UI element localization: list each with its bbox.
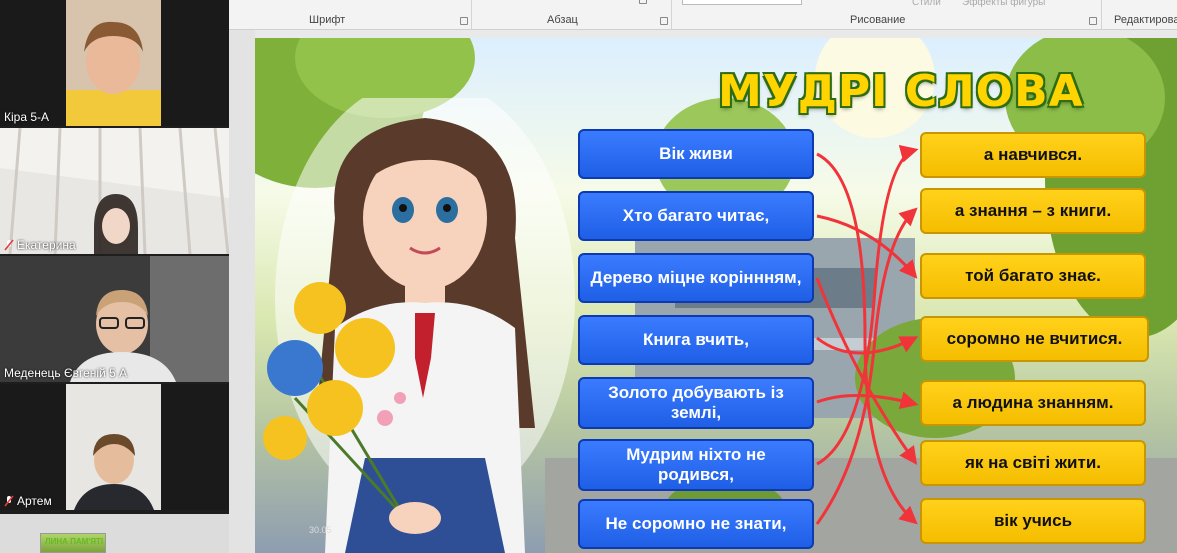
camera-feed [0,128,229,254]
participant-name: Меденець Євгеній 5 А [4,366,128,380]
camera-feed [0,256,229,382]
slide-thumbnails-strip [0,514,229,553]
dialog-launcher-icon[interactable] [460,17,468,25]
ribbon-group-label: Абзац [547,14,578,26]
slide-workspace-margin [229,30,255,553]
ribbon-group-label: Шрифт [309,14,346,26]
ribbon-group-font: Шрифт [229,0,472,30]
video-tile[interactable]: Кіра 5-А [0,0,229,126]
slide-thumbnail-text: ЛИНА ПАМ'ЯТІ [45,537,104,546]
participant-name: Екатерина [4,238,76,252]
arrow [816,214,918,279]
ribbon-group-editing: Редактирова [1102,0,1177,30]
slide-watermark: 30.05 [309,525,332,535]
mic-off-icon [4,495,14,507]
dialog-launcher-icon[interactable] [1089,17,1097,25]
video-panel: Кіра 5-А Екатерина Меденець Євгеній 5 А … [0,0,229,514]
mic-off-icon [4,239,14,251]
video-tile[interactable]: Артем [0,384,229,510]
dialog-launcher-icon[interactable] [660,17,668,25]
participant-name: Артем [4,494,52,508]
ribbon-group-label: Рисование [850,14,906,26]
camera-feed [66,0,161,126]
paragraph-option-icon[interactable] [639,0,647,4]
ribbon: Шрифт Абзац Стили Эффекты фигуры Рисован… [229,0,1177,30]
shape-effects-button[interactable]: Эффекты фигуры [962,0,1045,8]
video-tile[interactable]: Меденець Євгеній 5 А [0,256,229,382]
slide-thumbnail[interactable]: ЛИНА ПАМ'ЯТІ [40,533,106,553]
ribbon-group-label: Редактирова [1114,14,1177,26]
presentation-slide: МУДРІ СЛОВА Вік живи Хто багато читає, Д… [255,38,1177,553]
ribbon-group-paragraph: Абзац [472,0,672,30]
arrow [816,152,918,525]
participant-name: Кіра 5-А [4,110,50,124]
shapes-gallery[interactable] [682,0,802,5]
screen: Шрифт Абзац Стили Эффекты фигуры Рисован… [0,0,1177,553]
video-tile[interactable]: Екатерина [0,128,229,254]
styles-button[interactable]: Стили [912,0,941,8]
ribbon-group-drawing: Стили Эффекты фигуры Рисование [672,0,1102,30]
camera-feed [66,384,161,510]
matching-arrows [815,145,919,525]
